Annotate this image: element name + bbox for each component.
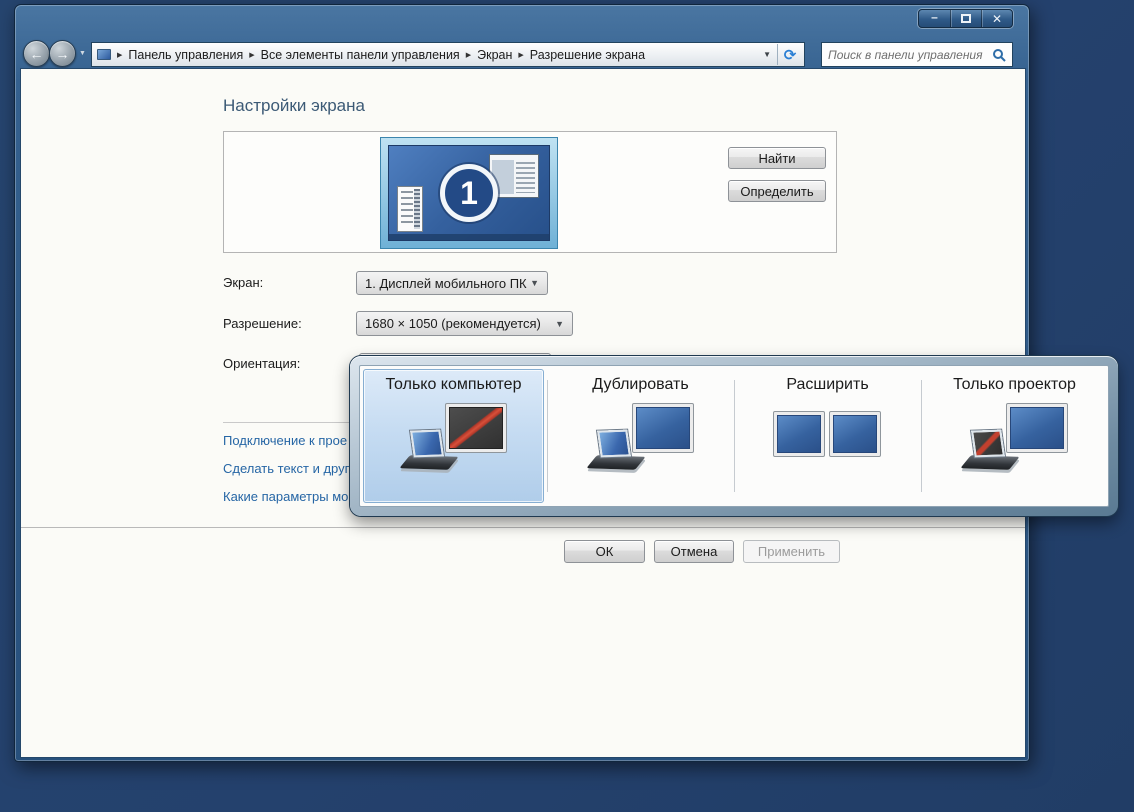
control-panel-icon — [97, 49, 111, 60]
disabled-laptop-graphic — [961, 430, 1023, 478]
mode-computer-only[interactable]: Только компьютер — [360, 366, 547, 506]
monitor-preview[interactable]: 1 — [380, 137, 558, 249]
breadcrumb-separator-icon: ▶ — [464, 51, 473, 59]
make-text-larger-link[interactable]: Сделать текст и други — [223, 461, 357, 476]
laptop-graphic — [587, 430, 649, 478]
find-button[interactable]: Найти — [728, 147, 826, 169]
separator — [21, 527, 1025, 528]
laptop-and-monitor-icon — [585, 404, 697, 480]
connect-projector-link[interactable]: Подключение к прое — [223, 433, 347, 448]
breadcrumb-control-panel[interactable]: Панель управления — [124, 46, 247, 64]
cancel-button[interactable]: Отмена — [654, 540, 734, 563]
minimize-button[interactable]: – — [919, 10, 950, 27]
search-input[interactable] — [828, 48, 992, 62]
page-title: Настройки экрана — [223, 96, 365, 116]
maximize-icon — [961, 14, 971, 23]
search-box — [821, 42, 1013, 67]
chevron-down-icon: ▼ — [530, 278, 539, 288]
laptop-and-disabled-monitor-icon — [398, 404, 510, 480]
projector-mode-panel: Только компьютер Дублировать Расширить — [350, 356, 1118, 516]
address-dropdown-caret-icon[interactable]: ▼ — [757, 50, 777, 59]
monitor-screen-document-graphic — [397, 186, 423, 232]
mode-label: Дублировать — [547, 376, 734, 394]
laptop-graphic — [400, 430, 462, 478]
dual-monitors-icon — [772, 404, 884, 480]
window-controls: – ✕ — [918, 9, 1013, 28]
forward-arrow-icon: → — [56, 46, 70, 62]
mode-projector-only[interactable]: Только проектор — [921, 366, 1108, 506]
breadcrumb-display[interactable]: Экран — [473, 46, 516, 64]
identify-button[interactable]: Определить — [728, 180, 826, 202]
resolution-label: Разрешение: — [223, 316, 302, 331]
search-icon[interactable] — [992, 48, 1006, 62]
resolution-dropdown-value: 1680 × 1050 (рекомендуется) — [365, 316, 541, 331]
display-settings-help-link[interactable]: Какие параметры мо — [223, 489, 348, 504]
chevron-down-icon: ▼ — [555, 319, 564, 329]
resolution-dropdown[interactable]: 1680 × 1050 (рекомендуется) ▼ — [356, 311, 573, 336]
projector-mode-options: Только компьютер Дублировать Расширить — [359, 365, 1109, 507]
apply-button[interactable]: Применить — [743, 540, 840, 563]
screen-dropdown[interactable]: 1. Дисплей мобильного ПК ▼ — [356, 271, 548, 295]
orientation-label: Ориентация: — [223, 356, 300, 371]
back-arrow-icon: ← — [30, 46, 44, 62]
mode-label: Расширить — [734, 376, 921, 394]
mode-label: Только проектор — [921, 376, 1108, 394]
refresh-icon[interactable]: ⟳ — [778, 46, 802, 64]
ok-button[interactable]: ОК — [564, 540, 645, 563]
minimize-icon: – — [931, 10, 938, 24]
mode-duplicate[interactable]: Дублировать — [547, 366, 734, 506]
monitor-number-badge: 1 — [440, 164, 498, 222]
forward-button[interactable]: → — [49, 40, 76, 67]
monitor-preview-box: 1 Найти Определить — [223, 131, 837, 253]
monitor-screen-taskbar-graphic — [389, 234, 549, 240]
monitor-graphic — [830, 412, 880, 456]
monitor-screen: 1 — [388, 145, 550, 241]
breadcrumb-separator-icon: ▶ — [115, 51, 124, 59]
breadcrumb-all-items[interactable]: Все элементы панели управления — [257, 46, 464, 64]
back-button[interactable]: ← — [23, 40, 50, 67]
breadcrumb-screen-resolution[interactable]: Разрешение экрана — [526, 46, 649, 64]
breadcrumb-separator-icon: ▶ — [247, 51, 256, 59]
screen-dropdown-value: 1. Дисплей мобильного ПК — [365, 276, 527, 291]
breadcrumb-separator-icon: ▶ — [516, 51, 525, 59]
screen-label: Экран: — [223, 275, 263, 290]
close-button[interactable]: ✕ — [981, 10, 1012, 27]
close-icon: ✕ — [992, 12, 1002, 26]
disabled-laptop-and-monitor-icon — [959, 404, 1071, 480]
recent-pages-caret-icon[interactable]: ▼ — [79, 50, 86, 57]
monitor-graphic — [774, 412, 824, 456]
mode-label: Только компьютер — [360, 376, 547, 394]
maximize-button[interactable] — [950, 10, 981, 27]
address-bar: ▶ Панель управления ▶ Все элементы панел… — [91, 42, 805, 67]
mode-extend[interactable]: Расширить — [734, 366, 921, 506]
